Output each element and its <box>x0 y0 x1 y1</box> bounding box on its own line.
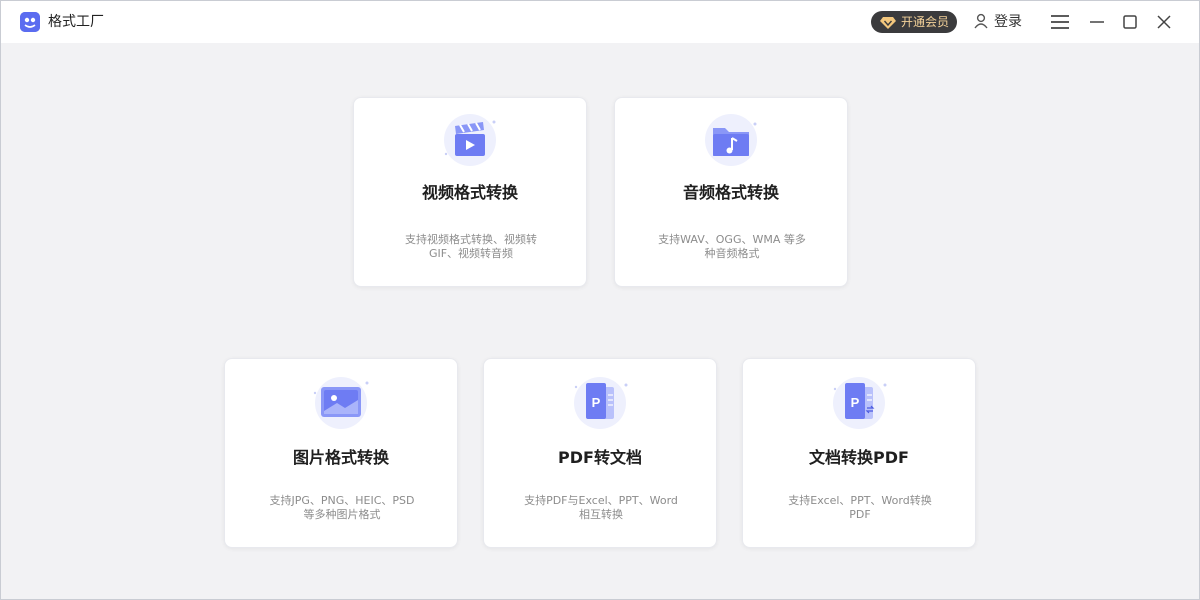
vip-label: 开通会员 <box>901 14 949 30</box>
card-description: 支持Excel、PPT、Word转换PDF <box>783 494 937 522</box>
diamond-icon <box>880 15 896 34</box>
card-audio-convert[interactable]: 音频格式转换 支持WAV、OGG、WMA 等多种音频格式 <box>614 97 848 287</box>
title-bar: 格式工厂 开通会员 登录 <box>1 1 1199 43</box>
card-description: 支持PDF与Excel、PPT、Word相互转换 <box>524 494 678 522</box>
app-window: 格式工厂 开通会员 登录 <box>0 0 1200 600</box>
user-icon[interactable] <box>974 13 988 33</box>
svg-text:P: P <box>592 395 601 410</box>
card-description: 支持WAV、OGG、WMA 等多种音频格式 <box>655 233 809 261</box>
app-title: 格式工厂 <box>48 13 104 31</box>
card-title: PDF转文档 <box>484 447 716 469</box>
card-title: 视频格式转换 <box>354 182 586 204</box>
close-icon[interactable] <box>1153 11 1175 33</box>
pdf-document-icon: P <box>568 373 632 429</box>
image-icon <box>309 373 373 429</box>
vip-button[interactable]: 开通会员 <box>871 11 957 33</box>
card-document-to-pdf[interactable]: P 文档转换PDF 支持Excel、PPT、Word转换PDF <box>742 358 976 548</box>
card-title: 文档转换PDF <box>743 447 975 469</box>
card-image-convert[interactable]: 图片格式转换 支持JPG、PNG、HEIC、PSD等多种图片格式 <box>224 358 458 548</box>
card-title: 图片格式转换 <box>225 447 457 469</box>
video-clapper-icon <box>438 112 502 168</box>
login-button[interactable]: 登录 <box>994 13 1022 31</box>
card-description: 支持JPG、PNG、HEIC、PSD等多种图片格式 <box>265 494 419 522</box>
minimize-icon[interactable] <box>1086 11 1108 33</box>
app-logo-icon <box>20 12 40 32</box>
svg-text:P: P <box>851 395 860 410</box>
menu-icon[interactable] <box>1049 11 1071 33</box>
card-title: 音频格式转换 <box>615 182 847 204</box>
maximize-icon[interactable] <box>1119 11 1141 33</box>
card-video-convert[interactable]: 视频格式转换 支持视频格式转换、视频转GIF、视频转音频 <box>353 97 587 287</box>
card-pdf-to-document[interactable]: P PDF转文档 支持PDF与Excel、PPT、Word相互转换 <box>483 358 717 548</box>
card-description: 支持视频格式转换、视频转GIF、视频转音频 <box>394 233 548 261</box>
music-folder-icon <box>699 112 763 168</box>
document-to-pdf-icon: P <box>827 373 891 429</box>
